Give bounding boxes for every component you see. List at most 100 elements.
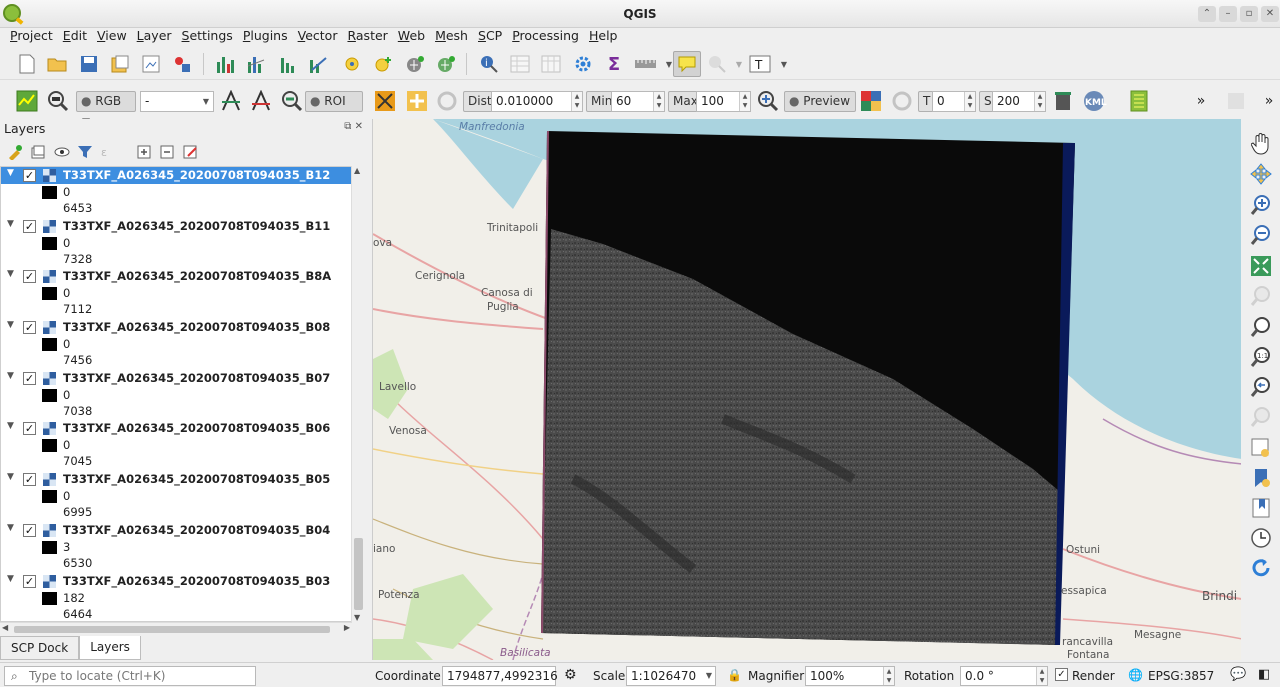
layer-item[interactable]: ▼ ✓ T33TXF_A026345_20200708T094035_B8A 0… [1, 268, 363, 319]
zoom-out-icon[interactable] [1250, 224, 1272, 246]
scale-combo[interactable]: 1:1026470 ▼ [626, 666, 716, 686]
expand-all-icon[interactable] [133, 141, 155, 163]
layer-visibility-checkbox[interactable]: ✓ [23, 523, 36, 537]
magnifier-spinbox[interactable]: 100% ▲ ▼ [805, 666, 895, 686]
layer-row[interactable]: ▼ ✓ T33TXF_A026345_20200708T094035_B05 [1, 471, 363, 488]
expand-arrow-icon[interactable]: ▼ [7, 219, 14, 229]
save-project-icon[interactable] [78, 53, 100, 75]
shade-window-button[interactable]: ⌃ [1198, 6, 1216, 22]
expand-arrow-icon[interactable]: ▼ [7, 320, 14, 330]
expand-arrow-icon[interactable]: ▼ [7, 168, 14, 178]
expand-arrow-icon[interactable]: ▼ [7, 523, 14, 533]
layer-row[interactable]: ▼ ✓ T33TXF_A026345_20200708T094035_B06 [1, 420, 363, 437]
zoom-full-icon[interactable] [1250, 255, 1272, 277]
zoom-input-image-icon[interactable] [47, 90, 69, 112]
new-bookmark-icon[interactable] [1250, 467, 1272, 489]
spectral-plot-icon[interactable] [276, 53, 298, 75]
new-project-icon[interactable] [16, 53, 38, 75]
manage-visibility-eye-icon[interactable] [51, 141, 73, 163]
close-button[interactable]: ✕ [1261, 6, 1279, 22]
layer-tree-horizontal-scrollbar[interactable]: ◀ ▶ [0, 622, 352, 635]
save-as-icon[interactable] [109, 53, 131, 75]
layer-visibility-checkbox[interactable]: ✓ [23, 169, 36, 182]
horizontal-scroll-thumb[interactable] [14, 626, 330, 633]
log-messages-icon[interactable]: ◧ [1258, 667, 1270, 682]
zoom-actions-dropdown-icon[interactable]: ▼ [728, 53, 750, 75]
layer-visibility-checkbox[interactable]: ✓ [23, 321, 36, 335]
menu-layer[interactable]: Layer [132, 28, 177, 46]
layer-visibility-checkbox[interactable]: ✓ [23, 422, 36, 436]
refresh-icon[interactable] [1250, 557, 1272, 579]
crs-label[interactable]: EPSG:3857 [1148, 669, 1214, 683]
add-mesh-icon[interactable] [404, 53, 426, 75]
messages-icon[interactable]: 💬 [1230, 667, 1246, 682]
expand-arrow-icon[interactable]: ▼ [7, 574, 14, 584]
kml-export-icon[interactable]: KML [1081, 90, 1107, 112]
rgb-combo[interactable]: - ▼ [140, 91, 214, 112]
menu-view[interactable]: View [92, 28, 132, 46]
expand-arrow-icon[interactable]: ▼ [7, 269, 14, 279]
attribute-table-icon[interactable] [509, 53, 531, 75]
layer-row[interactable]: ▼ ✓ T33TXF_A026345_20200708T094035_B03 [1, 573, 363, 590]
menu-mesh[interactable]: Mesh [430, 28, 473, 46]
roi-toggle-button[interactable]: ● ROI [305, 91, 363, 112]
render-checkbox[interactable]: ✓ [1055, 668, 1068, 681]
identify-icon[interactable]: i [478, 53, 500, 75]
layer-item[interactable]: ▼ ✓ T33TXF_A026345_20200708T094035_B11 0… [1, 218, 363, 269]
expand-arrow-icon[interactable]: ▼ [7, 472, 14, 482]
menu-scp[interactable]: SCP [473, 28, 507, 46]
scatter-plot-icon[interactable] [307, 53, 329, 75]
layer-row[interactable]: ▼ ✓ T33TXF_A026345_20200708T094035_B12 [1, 167, 351, 184]
zoom-actions-icon[interactable] [706, 53, 728, 75]
layer-item[interactable]: ▼ ✓ T33TXF_A026345_20200708T094035_B04 3… [1, 522, 363, 573]
statistics-sigma-icon[interactable]: Σ [603, 53, 625, 75]
filter-expression-icon[interactable]: ε [97, 141, 119, 163]
transparency-spinbox[interactable]: 0 ▲ ▼ [932, 91, 976, 112]
zoom-to-layer-icon[interactable] [1250, 316, 1272, 338]
layer-row[interactable]: ▼ ✓ T33TXF_A026345_20200708T094035_B08 [1, 319, 363, 336]
pan-to-selection-icon[interactable] [1250, 163, 1272, 185]
preview-toggle-button[interactable]: ● Preview [784, 91, 856, 112]
zoom-in-icon[interactable] [1250, 194, 1272, 216]
layer-tree-vertical-scrollbar[interactable]: ▲ ▼ [351, 166, 364, 622]
zoom-last-icon[interactable] [1250, 376, 1272, 398]
expand-arrow-icon[interactable]: ▼ [7, 371, 14, 381]
temporal-controller-clock-icon[interactable] [1250, 527, 1272, 549]
settings-gear-icon[interactable] [572, 53, 594, 75]
layer-item[interactable]: ▼ ✓ T33TXF_A026345_20200708T094035_B08 0… [1, 319, 363, 370]
layer-item[interactable]: ▼ ✓ T33TXF_A026345_20200708T094035_B03 1… [1, 573, 363, 622]
layer-visibility-checkbox[interactable]: ✓ [23, 473, 36, 487]
text-annotation-dropdown-icon[interactable]: ▼ [773, 53, 795, 75]
panel-float-close-icon[interactable]: ⧉ ✕ [344, 121, 363, 132]
layer-row[interactable]: ▼ ✓ T33TXF_A026345_20200708T094035_B07 [1, 370, 363, 387]
remove-temp-files-icon[interactable] [1052, 90, 1074, 112]
min-spinbox[interactable]: 60 ▲ ▼ [611, 91, 665, 112]
menu-plugins[interactable]: Plugins [238, 28, 293, 46]
expand-arrow-icon[interactable]: ▼ [7, 421, 14, 431]
open-project-icon[interactable] [46, 53, 68, 75]
dist-spinbox[interactable]: 0.010000 ▲ ▼ [491, 91, 583, 112]
local-std-stretch-icon[interactable] [250, 90, 272, 112]
toolbar-overflow-2-icon[interactable]: » [1258, 90, 1280, 112]
classification-preview-icon[interactable] [860, 90, 882, 112]
filter-legend-icon[interactable] [74, 141, 96, 163]
new-layer-sun-icon[interactable] [341, 53, 363, 75]
menu-web[interactable]: Web [393, 28, 430, 46]
layer-row[interactable]: ▼ ✓ T33TXF_A026345_20200708T094035_B8A [1, 268, 363, 285]
menu-project[interactable]: Project [0, 28, 58, 46]
zoom-native-resolution-icon[interactable]: 1:1 [1250, 346, 1272, 368]
menu-help[interactable]: Help [584, 28, 623, 46]
size-spinbox[interactable]: 200 ▲ ▼ [992, 91, 1046, 112]
remove-layer-icon[interactable] [179, 141, 201, 163]
create-roi-icon[interactable] [374, 90, 396, 112]
layer-visibility-checkbox[interactable]: ✓ [23, 219, 36, 233]
show-bookmarks-icon[interactable] [1250, 497, 1272, 519]
layer-visibility-checkbox[interactable]: ✓ [23, 270, 36, 284]
field-calculator-icon[interactable] [540, 53, 562, 75]
layer-item[interactable]: ▼ ✓ T33TXF_A026345_20200708T094035_B07 0… [1, 370, 363, 421]
redo-roi-icon[interactable] [436, 90, 458, 112]
locator-search-input[interactable]: ⌕ Type to locate (Ctrl+K) [4, 666, 256, 686]
menu-processing[interactable]: Processing [507, 28, 584, 46]
band-calc-icon[interactable] [1128, 90, 1150, 112]
menu-settings[interactable]: Settings [177, 28, 238, 46]
